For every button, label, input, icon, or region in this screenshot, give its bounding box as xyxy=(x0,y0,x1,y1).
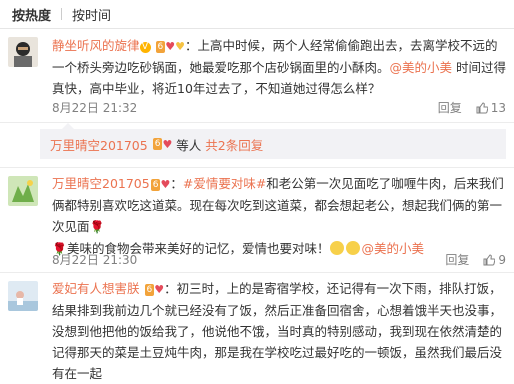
bulb-icon: ♥ xyxy=(175,40,185,53)
comment-text: ：初三时，上的是寄宿学校，还记得有一次下雨，排队打饭，结果排到我前边几个就已经没… xyxy=(52,281,503,381)
avatar[interactable] xyxy=(8,37,38,67)
avatar-image xyxy=(8,281,38,311)
reply-preview-section: 万里晴空201705 6 ♥ 等人 共2条回复 xyxy=(0,123,514,167)
username-link[interactable]: 万里晴空201705 xyxy=(52,176,150,191)
reply-button[interactable]: 回复 xyxy=(445,251,469,268)
heart-icon: ♥ xyxy=(162,137,173,151)
reply-username-link[interactable]: 万里晴空201705 xyxy=(50,135,148,154)
replies-count-link[interactable]: 共2条回复 xyxy=(205,135,263,154)
username-link[interactable]: 爱妃有人想害朕 xyxy=(52,281,140,296)
mention-link[interactable]: @美的小美 xyxy=(390,60,453,75)
like-count: 13 xyxy=(490,100,506,115)
comment-body: 万里晴空201705 6 ♥：#爱情要对味#和老公第一次见面吃了咖喱牛肉，后来我们俩… xyxy=(52,176,504,256)
thumbs-up-icon xyxy=(483,253,496,265)
comment-item: 静坐听风的旋律 V 6 ♥♥：上高中时候，两个人经常偷偷跑出去，去离学校不远的一个桥… xyxy=(0,29,514,123)
comment-time: 8月22日 21:30 xyxy=(52,253,138,267)
avatar-image xyxy=(8,176,38,206)
avatar[interactable] xyxy=(8,281,38,311)
comment-body: 爱妃有人想害朕 6 ♥：初三时，上的是寄宿学校，还记得有一次下雨，排队打饭，结果排… xyxy=(52,278,506,384)
comment-time: 8月22日 21:32 xyxy=(52,101,138,115)
verified-icon: V xyxy=(139,42,151,53)
sort-tabs: 按热度 按时间 xyxy=(0,0,514,29)
like-count: 9 xyxy=(498,252,506,267)
comment-meta: 8月22日 21:32 回复 13 xyxy=(52,99,506,116)
rose-icon: 🌹 xyxy=(89,220,105,234)
heart-icon: ♥ xyxy=(165,40,176,53)
reply-arrow xyxy=(62,123,74,129)
like-button[interactable]: 9 xyxy=(483,253,506,267)
tab-by-time[interactable]: 按时间 xyxy=(66,5,117,24)
tab-by-hot[interactable]: 按热度 xyxy=(6,5,57,24)
comment-meta: 8月22日 21:30 回复 9 xyxy=(52,251,506,268)
avatar[interactable] xyxy=(8,176,38,206)
level-badge: 6 xyxy=(144,284,155,296)
reply-button[interactable]: 回复 xyxy=(438,99,462,116)
hashtag-link[interactable]: #爱情要对味# xyxy=(183,176,266,191)
comment-item: 万里晴空201705 6 ♥：#爱情要对味#和老公第一次见面吃了咖喱牛肉，后来我们俩… xyxy=(0,167,514,273)
like-button[interactable]: 13 xyxy=(476,101,506,115)
avatar-image xyxy=(8,37,38,67)
level-badge: 6 xyxy=(155,41,166,53)
heart-icon: ♥ xyxy=(154,283,165,296)
tab-divider xyxy=(61,8,63,20)
reply-text: 等人 xyxy=(176,137,202,153)
reply-preview[interactable]: 万里晴空201705 6 ♥ 等人 共2条回复 xyxy=(40,123,506,159)
comment-body: 静坐听风的旋律 V 6 ♥♥：上高中时候，两个人经常偷偷跑出去，去离学校不远的一个桥… xyxy=(52,35,506,99)
comment-item: 爱妃有人想害朕 6 ♥：初三时，上的是寄宿学校，还记得有一次下雨，排队打饭，结果排… xyxy=(0,273,514,381)
level-badge: 6 xyxy=(152,138,163,150)
heart-icon: ♥ xyxy=(160,178,171,191)
thumbs-up-icon xyxy=(476,101,488,113)
level-badge: 6 xyxy=(150,179,161,191)
username-link[interactable]: 静坐听风的旋律 xyxy=(52,38,140,53)
